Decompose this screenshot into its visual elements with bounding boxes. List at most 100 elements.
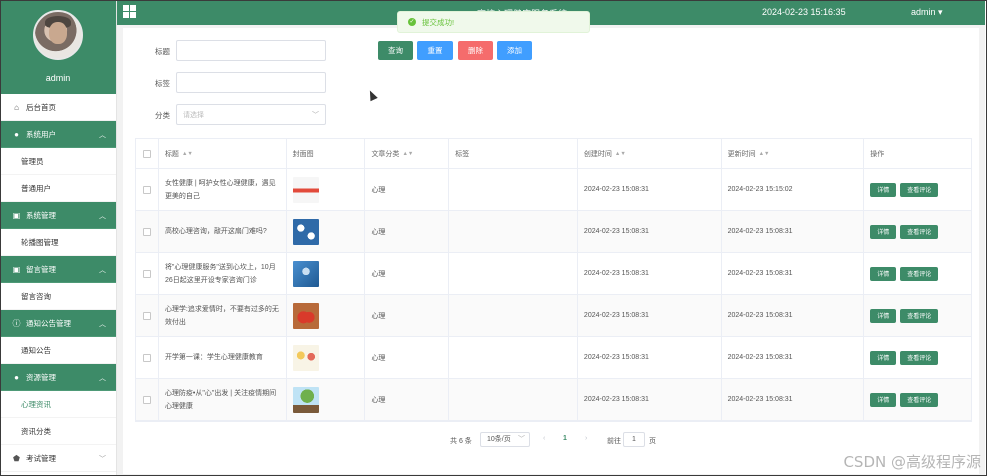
chevron-up-icon: ︿ xyxy=(99,321,106,328)
add-button[interactable]: 添加 xyxy=(497,41,532,60)
row-checkbox[interactable] xyxy=(142,227,151,236)
select-all-checkbox[interactable] xyxy=(142,149,151,158)
detail-button[interactable]: 详情 xyxy=(870,224,897,239)
pagination: 共 6 条 10条/页 ﹀ ‹ 1 › 前往 1 页 xyxy=(123,432,979,448)
sidebar-group-1[interactable]: ● 系统用户 ︿ xyxy=(0,121,116,148)
category-placeholder: 请选择 xyxy=(183,111,204,119)
sidebar-item-0[interactable]: ⌂ 后台首页 xyxy=(0,94,116,121)
chevron-down-icon: ﹀ xyxy=(312,112,319,119)
sort-icon[interactable]: ▲▼ xyxy=(402,151,413,157)
tag-filter-input[interactable] xyxy=(176,72,326,93)
select-all-checkbox-cell xyxy=(136,139,159,168)
category-select[interactable]: 请选择 ﹀ xyxy=(176,104,326,125)
cell-category: 心理 xyxy=(365,253,450,294)
view-comments-button[interactable]: 查看评论 xyxy=(900,224,939,239)
view-comments-button[interactable]: 查看评论 xyxy=(900,350,939,365)
sidebar-subitem-11[interactable]: 心理资讯 xyxy=(0,391,116,418)
next-page-icon[interactable]: › xyxy=(585,435,587,442)
goto-label: 前往 xyxy=(607,438,621,445)
sort-icon[interactable]: ▲▼ xyxy=(759,151,770,157)
user-icon: ● xyxy=(14,129,19,139)
sort-icon[interactable]: ▲▼ xyxy=(182,151,193,157)
sidebar-subitem-9[interactable]: 通知公告 xyxy=(0,337,116,364)
user-dropdown[interactable]: admin ▾ xyxy=(911,7,943,18)
chevron-down-icon: ﹀ xyxy=(99,456,106,463)
sort-icon[interactable]: ▲▼ xyxy=(615,151,626,157)
sidebar-group-label: 留言管理 xyxy=(26,264,56,274)
sidebar-subitem-5[interactable]: 轮播图管理 xyxy=(0,229,116,256)
menu-toggle-icon[interactable] xyxy=(123,5,136,18)
sidebar-subitem-label: 轮播图管理 xyxy=(21,237,59,247)
cover-thumbnail[interactable] xyxy=(292,260,319,287)
success-check-icon: ✓ xyxy=(408,18,416,26)
sidebar-subitem-3[interactable]: 普通用户 xyxy=(0,175,116,202)
view-comments-button[interactable]: 查看评论 xyxy=(900,308,939,323)
sidebar-subitem-label: 普通用户 xyxy=(21,183,51,193)
detail-button[interactable]: 详情 xyxy=(870,350,897,365)
cell-created: 2024-02-23 15:08:31 xyxy=(578,211,722,252)
row-checkbox-cell xyxy=(136,295,159,336)
table-row: 女性健康 | 呵护女性心理健康，遇见更美的自己 心理 2024-02-23 15:0… xyxy=(136,169,971,211)
sidebar-group-4[interactable]: ▣ 系统管理 ︿ xyxy=(0,202,116,229)
sidebar-group-label: 系统用户 xyxy=(26,129,56,139)
location-icon: ● xyxy=(14,372,19,382)
header-cover: 封面图 xyxy=(287,139,366,168)
cover-thumbnail[interactable] xyxy=(292,344,319,371)
sidebar-group-8[interactable]: ⓘ 通知公告管理 ︿ xyxy=(0,310,116,337)
cell-cover xyxy=(287,169,366,210)
row-checkbox-cell xyxy=(136,253,159,294)
sidebar-subitem-label: 通知公告 xyxy=(21,345,51,355)
cell-title: 心理学:追求爱情时，不要有过多的无效付出 xyxy=(159,295,287,336)
cover-thumbnail[interactable] xyxy=(292,176,319,203)
row-checkbox[interactable] xyxy=(142,353,151,362)
reset-button[interactable]: 重置 xyxy=(417,41,453,60)
sidebar-item-13[interactable]: ⬟ 考试管理 ﹀ xyxy=(0,445,116,472)
header-category[interactable]: 文章分类 ▲▼ xyxy=(365,139,450,168)
cover-thumbnail[interactable] xyxy=(292,218,319,245)
detail-button[interactable]: 详情 xyxy=(870,392,897,407)
header-title[interactable]: 标题 ▲▼ xyxy=(159,139,287,168)
sidebar-subitem-label: 心理资讯 xyxy=(21,399,51,409)
cell-updated: 2024-02-23 15:08:31 xyxy=(722,253,865,294)
sidebar-group-6[interactable]: ▣ 留言管理 ︿ xyxy=(0,256,116,283)
detail-button[interactable]: 详情 xyxy=(870,182,897,197)
cell-updated: 2024-02-23 15:08:31 xyxy=(722,379,865,420)
prev-page-icon[interactable]: ‹ xyxy=(543,435,545,442)
delete-button[interactable]: 删除 xyxy=(458,41,493,60)
row-checkbox[interactable] xyxy=(142,311,151,320)
view-comments-button[interactable]: 查看评论 xyxy=(900,392,939,407)
cover-thumbnail[interactable] xyxy=(292,302,319,329)
sidebar-subitem-2[interactable]: 管理员 xyxy=(0,148,116,175)
cell-tag xyxy=(449,295,578,336)
cell-title: 将"心理健康服务"送到心坎上，10月26日起这里开设专家咨询门诊 xyxy=(159,253,287,294)
sidebar-item-label: 考试管理 xyxy=(26,453,56,463)
avatar-face xyxy=(49,22,67,44)
chevron-up-icon: ︿ xyxy=(99,375,106,382)
avatar[interactable] xyxy=(33,10,83,60)
main-content: 标题 标签 分类 请选择 ﹀ 查询 重置 删除 添加 标题 ▲▼ 封面图 文章分类… xyxy=(117,25,985,476)
sidebar-subitem-12[interactable]: 资讯分类 xyxy=(0,418,116,445)
page-number-current[interactable]: 1 xyxy=(563,435,567,442)
view-comments-button[interactable]: 查看评论 xyxy=(900,182,939,197)
cover-thumbnail[interactable] xyxy=(292,386,319,413)
goto-page-input[interactable]: 1 xyxy=(623,432,645,447)
header-updated[interactable]: 更新时间 ▲▼ xyxy=(722,139,865,168)
cell-tag xyxy=(449,169,578,210)
cell-actions: 详情 查看评论 xyxy=(864,169,971,210)
sidebar-group-10[interactable]: ● 资源管理 ︿ xyxy=(0,364,116,391)
sidebar-subitem-label: 资讯分类 xyxy=(21,426,51,436)
view-comments-button[interactable]: 查看评论 xyxy=(900,266,939,281)
page-size-select[interactable]: 10条/页 ﹀ xyxy=(480,432,530,447)
row-checkbox[interactable] xyxy=(142,395,151,404)
cell-actions: 详情 查看评论 xyxy=(864,211,971,252)
detail-button[interactable]: 详情 xyxy=(870,308,897,323)
row-checkbox[interactable] xyxy=(142,185,151,194)
query-button[interactable]: 查询 xyxy=(378,41,413,60)
row-checkbox[interactable] xyxy=(142,269,151,278)
detail-button[interactable]: 详情 xyxy=(870,266,897,281)
header-created[interactable]: 创建时间 ▲▼ xyxy=(578,139,722,168)
title-filter-input[interactable] xyxy=(176,40,326,61)
sidebar-subitem-7[interactable]: 留言咨询 xyxy=(0,283,116,310)
cell-cover xyxy=(287,253,366,294)
cell-category: 心理 xyxy=(365,379,450,420)
